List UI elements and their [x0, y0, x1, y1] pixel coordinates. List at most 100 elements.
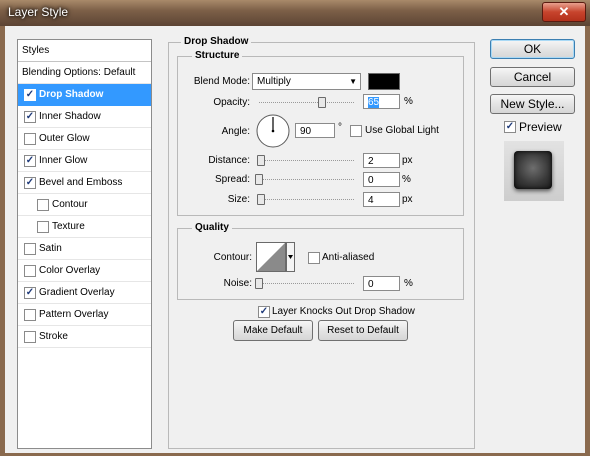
style-item-satin[interactable]: Satin	[18, 238, 151, 260]
window-title: Layer Style	[8, 5, 69, 19]
style-item-checkbox[interactable]	[24, 133, 36, 145]
anti-aliased-label[interactable]: Anti-aliased	[322, 252, 374, 263]
styles-list: Styles Blending Options: Default ✓ Drop Sh…	[17, 39, 152, 449]
style-item-label: Texture	[52, 221, 85, 232]
style-item-checkbox[interactable]	[24, 265, 36, 277]
reset-to-default-button[interactable]: Reset to Default	[318, 320, 408, 341]
blend-mode-label: Blend Mode:	[193, 76, 250, 87]
distance-input[interactable]: 2	[363, 153, 400, 168]
style-item-checkbox[interactable]: ✓	[24, 287, 36, 299]
spread-slider[interactable]	[259, 179, 354, 180]
style-item-pattern-overlay[interactable]: Pattern Overlay	[18, 304, 151, 326]
opacity-slider[interactable]	[259, 102, 354, 103]
style-item-checkbox[interactable]: ✓	[24, 177, 36, 189]
blend-mode-value: Multiply	[257, 76, 291, 87]
angle-dial-icon[interactable]	[255, 113, 291, 149]
style-item-label: Pattern Overlay	[39, 309, 109, 320]
opacity-slider-thumb[interactable]	[317, 97, 326, 108]
drop-shadow-title: Drop Shadow	[181, 36, 252, 47]
style-item-label: Inner Shadow	[39, 111, 101, 122]
close-button[interactable]: ✕	[542, 2, 586, 22]
opacity-value: 65	[368, 97, 380, 108]
shadow-color-swatch[interactable]	[368, 73, 400, 90]
style-item-checkbox[interactable]: ✓	[24, 89, 36, 101]
knockout-checkbox[interactable]: ✓	[258, 306, 270, 318]
spread-slider-thumb[interactable]	[255, 174, 263, 185]
style-item-contour[interactable]: Contour	[18, 194, 151, 216]
style-item-outer-glow[interactable]: Outer Glow	[18, 128, 151, 150]
use-global-light-label[interactable]: Use Global Light	[365, 125, 439, 136]
distance-slider-thumb[interactable]	[257, 155, 265, 166]
style-item-inner-glow[interactable]: ✓ Inner Glow	[18, 150, 151, 172]
opacity-input[interactable]: 65	[363, 94, 400, 109]
size-unit: px	[402, 194, 413, 205]
style-item-checkbox[interactable]	[24, 331, 36, 343]
style-item-inner-shadow[interactable]: ✓ Inner Shadow	[18, 106, 151, 128]
spread-unit: %	[402, 174, 411, 185]
style-item-label: Inner Glow	[39, 155, 88, 166]
style-item-label: Color Overlay	[39, 265, 101, 276]
ok-button[interactable]: OK	[490, 39, 575, 59]
style-item-color-overlay[interactable]: Color Overlay	[18, 260, 151, 282]
anti-aliased-checkbox[interactable]	[308, 252, 320, 264]
blend-mode-select[interactable]: Multiply ▼	[252, 73, 361, 90]
angle-label: Angle:	[221, 126, 250, 137]
quality-group	[177, 228, 464, 300]
contour-label: Contour:	[213, 252, 252, 263]
distance-label: Distance:	[208, 155, 250, 166]
structure-title: Structure	[192, 50, 243, 61]
noise-slider[interactable]	[259, 283, 354, 284]
knockout-label[interactable]: Layer Knocks Out Drop Shadow	[272, 306, 415, 317]
style-item-checkbox[interactable]	[24, 243, 36, 255]
contour-picker[interactable]	[256, 242, 296, 272]
size-slider[interactable]	[259, 199, 354, 200]
noise-slider-thumb[interactable]	[255, 278, 263, 289]
style-item-label: Contour	[52, 199, 88, 210]
styles-list-header[interactable]: Styles	[18, 40, 151, 62]
style-item-label: Gradient Overlay	[39, 287, 115, 298]
angle-input[interactable]: 90	[295, 123, 335, 138]
style-item-drop-shadow[interactable]: ✓ Drop Shadow	[18, 84, 151, 106]
noise-unit: %	[404, 278, 413, 289]
new-style-button[interactable]: New Style...	[490, 94, 575, 114]
preview-checkbox[interactable]: ✓	[504, 121, 516, 133]
style-item-checkbox[interactable]	[37, 221, 49, 233]
size-input[interactable]: 4	[363, 192, 400, 207]
make-default-button[interactable]: Make Default	[233, 320, 313, 341]
cancel-button[interactable]: Cancel	[490, 67, 575, 87]
style-item-checkbox[interactable]: ✓	[24, 111, 36, 123]
style-item-label: Outer Glow	[39, 133, 90, 144]
angle-unit: °	[338, 122, 342, 133]
title-bar[interactable]: Layer Style ✕	[0, 0, 590, 26]
style-item-label: Satin	[39, 243, 62, 254]
style-item-stroke[interactable]: Stroke	[18, 326, 151, 348]
style-item-checkbox[interactable]	[37, 199, 49, 211]
style-item-gradient-overlay[interactable]: ✓ Gradient Overlay	[18, 282, 151, 304]
preview-swatch	[514, 151, 552, 189]
style-item-label: Blending Options: Default	[22, 67, 136, 78]
style-item-blending-options-default[interactable]: Blending Options: Default	[18, 62, 151, 84]
spread-input[interactable]: 0	[363, 172, 400, 187]
opacity-unit: %	[404, 96, 413, 107]
style-item-checkbox[interactable]: ✓	[24, 155, 36, 167]
style-item-label: Stroke	[39, 331, 68, 342]
style-item-texture[interactable]: Texture	[18, 216, 151, 238]
noise-label: Noise:	[223, 278, 252, 289]
distance-slider[interactable]	[259, 160, 354, 161]
noise-input[interactable]: 0	[363, 276, 400, 291]
chevron-down-icon: ▼	[349, 77, 357, 86]
layer-style-dialog: Styles Blending Options: Default ✓ Drop Sh…	[5, 26, 585, 453]
size-slider-thumb[interactable]	[257, 194, 265, 205]
preview-label[interactable]: Preview	[519, 120, 562, 134]
quality-title: Quality	[192, 222, 232, 233]
style-item-checkbox[interactable]	[24, 309, 36, 321]
style-item-bevel-and-emboss[interactable]: ✓ Bevel and Emboss	[18, 172, 151, 194]
style-preview	[504, 141, 564, 201]
style-item-label: Drop Shadow	[39, 89, 104, 100]
use-global-light-checkbox[interactable]	[350, 125, 362, 137]
opacity-label: Opacity:	[213, 97, 250, 108]
distance-unit: px	[402, 155, 413, 166]
size-label: Size:	[227, 194, 250, 205]
style-item-label: Bevel and Emboss	[39, 177, 123, 188]
spread-label: Spread:	[214, 174, 250, 185]
